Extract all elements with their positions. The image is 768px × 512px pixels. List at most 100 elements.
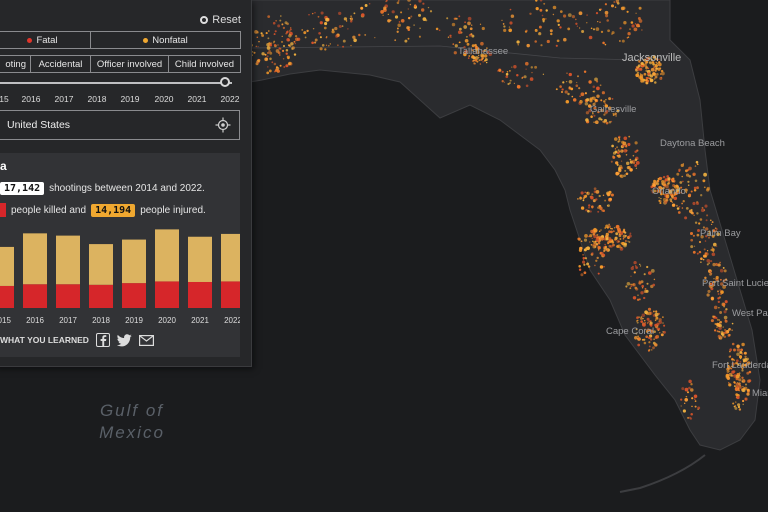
incident-dot <box>689 231 694 236</box>
incident-dot <box>660 69 664 73</box>
filter-officer-involved-button[interactable]: Officer involved <box>91 55 169 73</box>
incident-dot <box>643 341 647 345</box>
incident-dot <box>616 146 619 149</box>
incident-dot <box>590 27 593 30</box>
incident-dot <box>597 20 599 23</box>
incident-dot <box>742 385 744 388</box>
incident-dot <box>619 40 621 42</box>
incident-dot <box>616 1 620 5</box>
incident-dot <box>506 71 509 73</box>
incident-dot <box>618 240 620 243</box>
incident-dot <box>306 29 309 33</box>
incident-dot <box>614 137 618 141</box>
incident-dot <box>728 355 731 358</box>
incident-dot <box>342 39 346 43</box>
incident-dot <box>637 343 641 347</box>
incident-dot <box>693 214 695 217</box>
incident-dot <box>637 337 641 340</box>
filter-child-involved-button[interactable]: Child involved <box>169 55 241 73</box>
incident-dot <box>718 306 720 309</box>
incident-dot <box>611 98 614 100</box>
incident-dot <box>560 90 564 94</box>
incident-dot <box>484 58 488 62</box>
year-slider-track[interactable] <box>0 82 232 84</box>
stats-title: a <box>0 159 7 173</box>
filter-nonfatal-button[interactable]: Nonfatal <box>91 31 241 49</box>
reset-button[interactable]: Reset <box>200 14 241 26</box>
incident-dot <box>261 52 265 56</box>
incident-dot <box>608 230 611 233</box>
incident-dot <box>709 259 713 263</box>
location-value: United States <box>7 119 71 131</box>
incident-dot <box>255 45 258 48</box>
incident-dot <box>722 302 726 307</box>
incident-dot <box>739 384 742 387</box>
incident-dot <box>293 53 297 56</box>
incident-dot <box>652 283 656 287</box>
incident-dot <box>744 397 747 401</box>
incident-dot <box>672 181 674 183</box>
incident-dot <box>593 187 597 191</box>
incident-dot <box>608 120 612 124</box>
incident-dot <box>391 10 395 14</box>
incident-dot <box>510 14 515 18</box>
incident-dot <box>538 32 542 36</box>
incident-dot <box>469 27 473 31</box>
incident-dot <box>719 268 724 273</box>
incident-dot <box>733 385 736 388</box>
incident-dot <box>649 78 654 83</box>
incident-dot <box>673 196 678 201</box>
facebook-icon[interactable] <box>95 333 110 347</box>
injured-text: people injured. <box>140 204 206 216</box>
incident-dot <box>661 179 665 184</box>
incident-dot <box>507 82 510 86</box>
incident-dot <box>637 17 641 20</box>
incident-dot <box>619 238 622 240</box>
incident-dot <box>611 227 613 230</box>
incident-dot <box>746 371 750 375</box>
incident-dot <box>627 235 630 239</box>
incident-dot <box>634 164 638 167</box>
gulf-of-mexico-label: Gulf of Mexico <box>99 401 165 442</box>
incident-dot <box>722 326 724 328</box>
year-slider-handle[interactable] <box>220 77 230 87</box>
incident-dot <box>603 100 606 103</box>
incident-dot <box>592 85 596 89</box>
filter-fatal-button[interactable]: Fatal <box>0 31 91 49</box>
incident-dot <box>640 320 644 323</box>
incident-dot <box>325 17 329 22</box>
incident-dot <box>719 320 722 324</box>
email-icon[interactable] <box>138 334 154 346</box>
incident-dot <box>407 37 410 40</box>
incident-dot <box>570 87 574 91</box>
incident-dot <box>267 37 270 40</box>
incident-dot <box>353 38 357 43</box>
incident-dot <box>319 47 323 51</box>
incident-dot <box>264 53 267 56</box>
incident-dot <box>552 5 557 10</box>
incident-dot <box>719 311 723 314</box>
incident-dot <box>617 230 619 232</box>
incident-dot <box>598 237 601 239</box>
incident-dot <box>654 312 659 317</box>
location-search-input[interactable]: United States <box>0 110 240 140</box>
incident-dot <box>720 293 722 296</box>
incident-dot <box>641 29 643 31</box>
incident-dot <box>619 174 622 178</box>
incident-dot <box>655 67 658 70</box>
incident-dot <box>714 323 717 325</box>
incident-dot <box>615 232 619 236</box>
incident-dot <box>600 99 603 102</box>
incident-dot <box>446 17 449 20</box>
filter-accidental-button[interactable]: Accidental <box>31 55 91 73</box>
incident-dot <box>727 333 731 337</box>
incident-dot <box>744 355 747 358</box>
twitter-icon[interactable] <box>116 333 132 347</box>
incident-dot <box>273 43 277 47</box>
incident-dot <box>655 310 658 313</box>
incident-dot <box>652 72 657 77</box>
bar-year-label: 2020 <box>158 316 176 325</box>
incident-dot <box>509 70 511 72</box>
locate-crosshair-icon[interactable] <box>215 117 231 133</box>
filter-shooting-button[interactable]: oting <box>0 55 31 73</box>
